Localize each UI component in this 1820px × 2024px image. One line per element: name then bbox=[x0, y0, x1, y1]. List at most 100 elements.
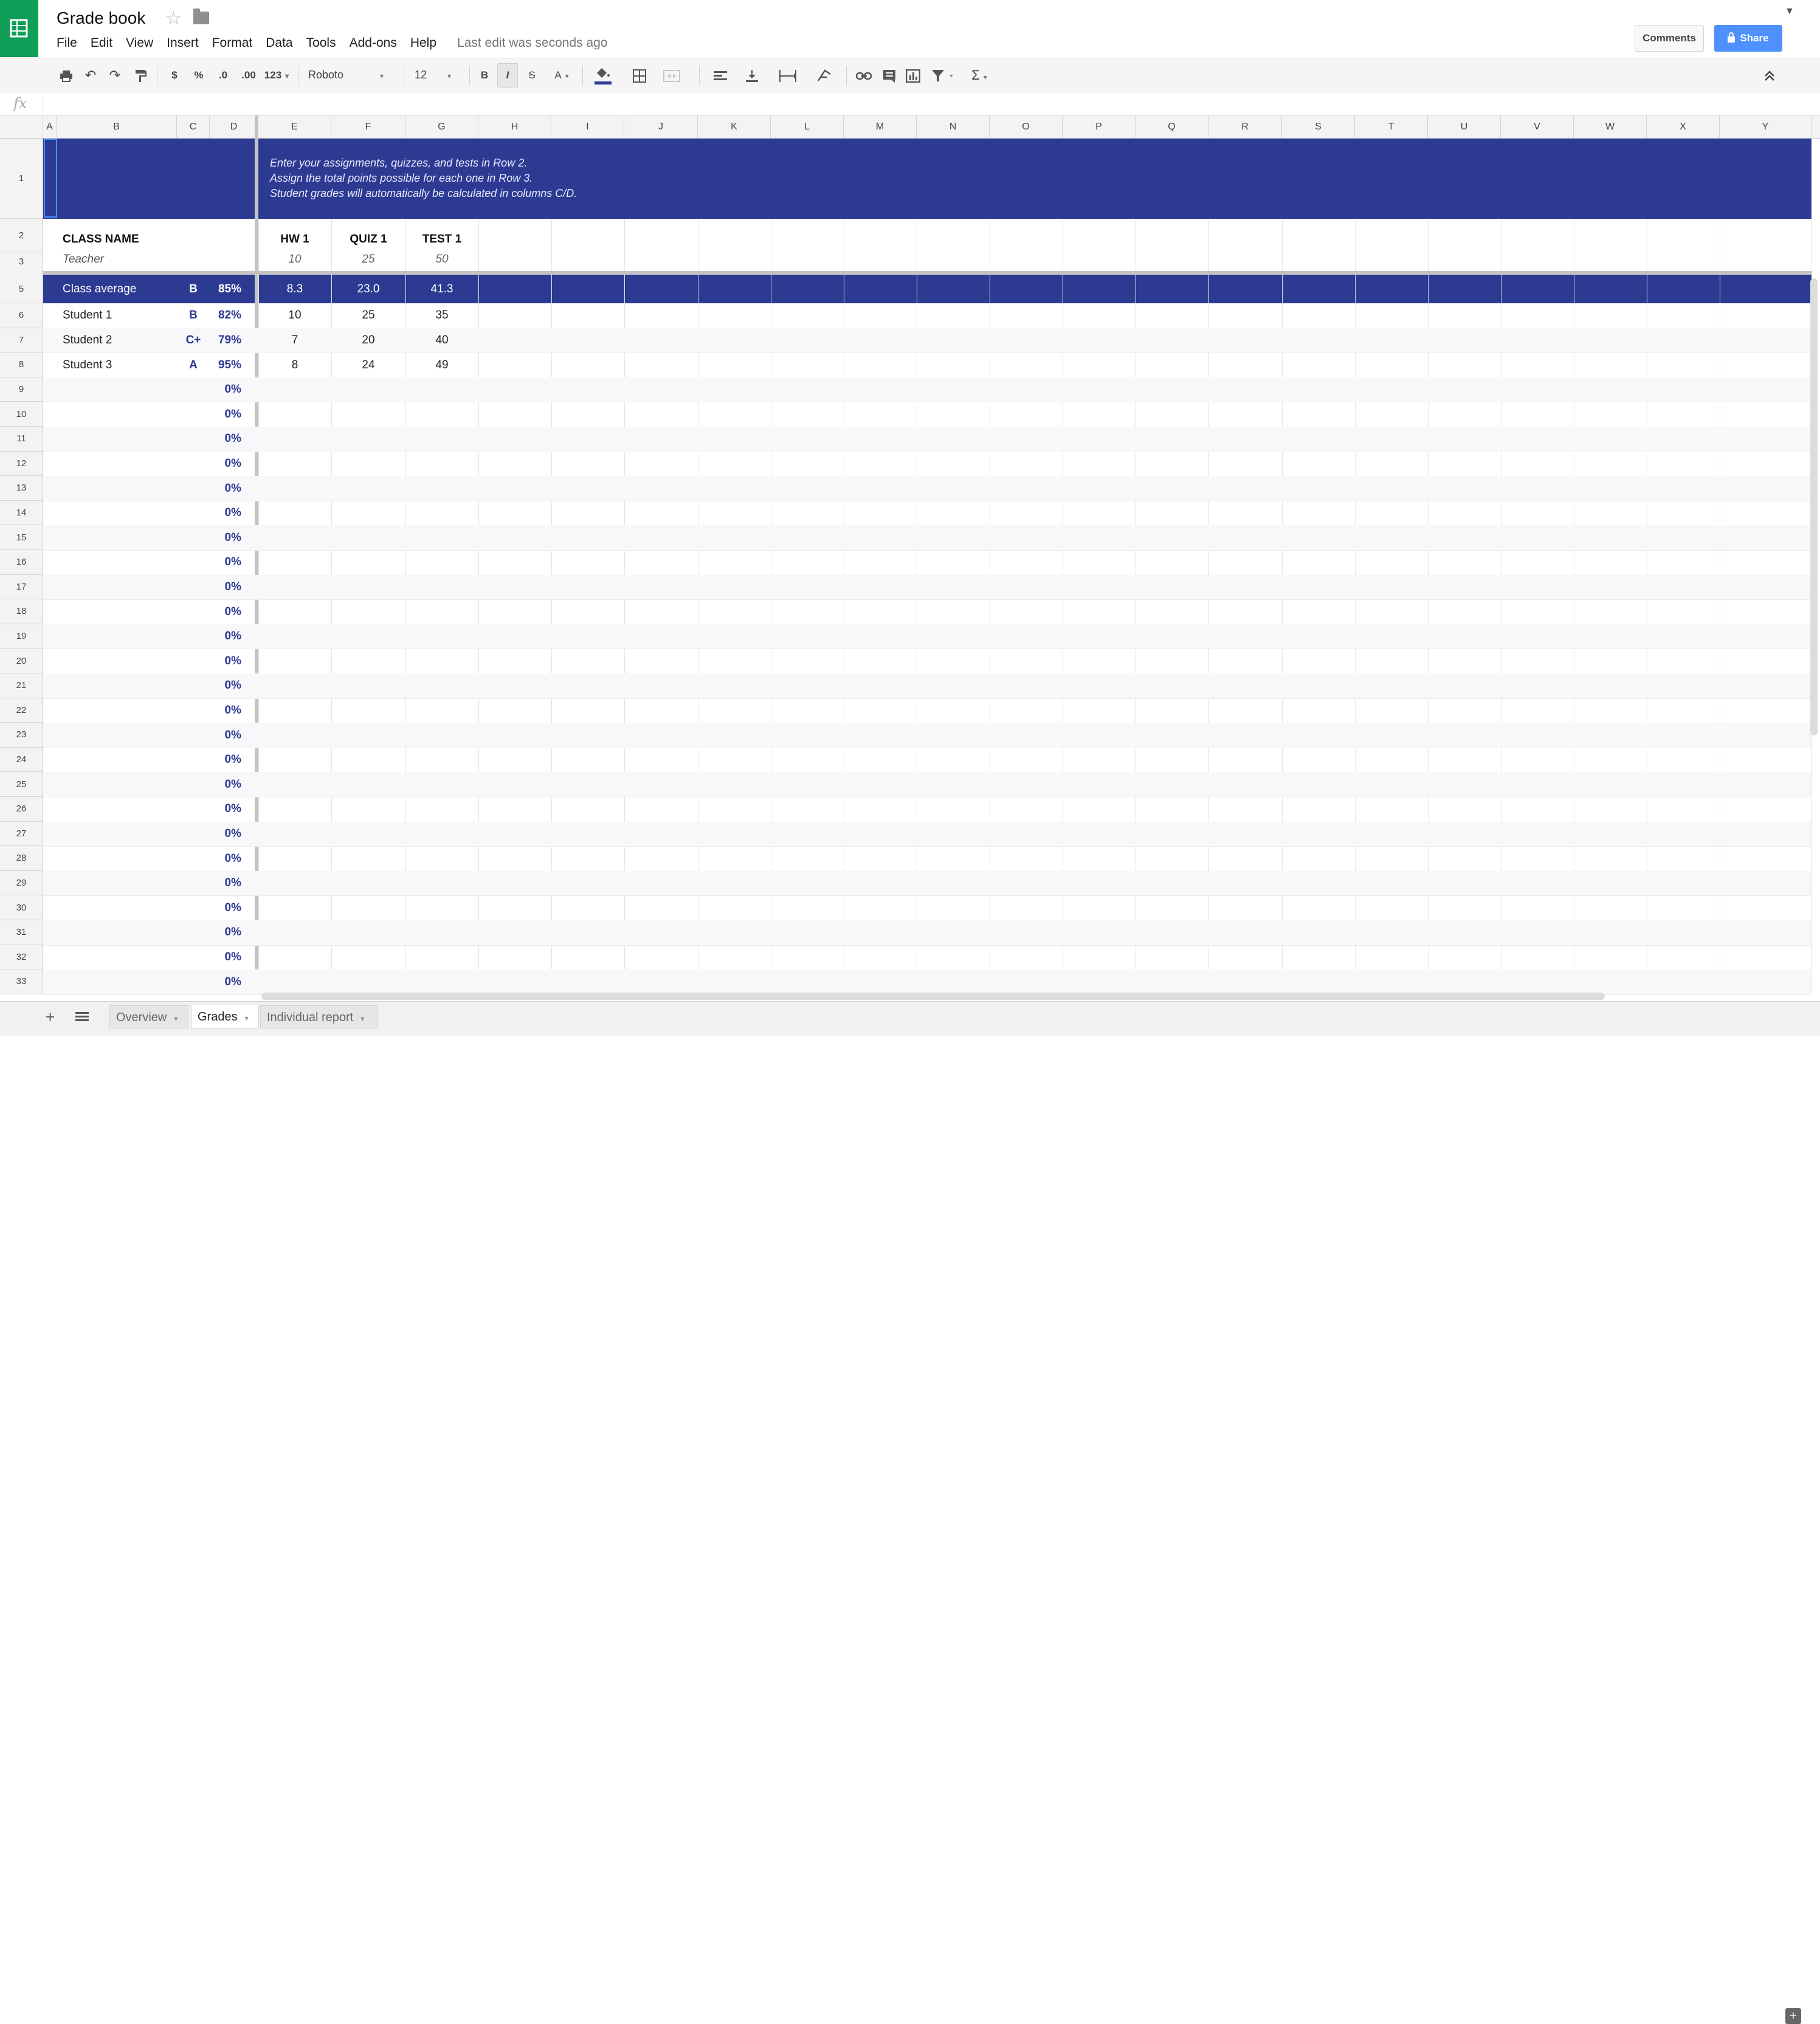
percent-grade-cell[interactable]: 0% bbox=[210, 655, 241, 668]
row-header-33[interactable]: 33 bbox=[0, 969, 43, 994]
percent-grade-cell[interactable]: 0% bbox=[210, 901, 241, 915]
column-header-w[interactable]: W bbox=[1574, 115, 1647, 138]
percent-grade-cell[interactable]: 0% bbox=[210, 778, 241, 791]
column-header-s[interactable]: S bbox=[1282, 115, 1355, 138]
filter-icon[interactable] bbox=[928, 58, 959, 92]
currency-format-button[interactable]: $ bbox=[168, 58, 181, 92]
row-header-21[interactable]: 21 bbox=[0, 673, 43, 698]
row-header-13[interactable]: 13 bbox=[0, 476, 43, 501]
column-header-k[interactable]: K bbox=[698, 115, 771, 138]
row-header-2[interactable]: 2 bbox=[0, 219, 43, 252]
row-header-24[interactable]: 24 bbox=[0, 747, 43, 773]
text-color-button[interactable]: A ▾ bbox=[550, 58, 574, 92]
column-header-d[interactable]: D bbox=[210, 115, 258, 138]
star-icon[interactable]: ☆ bbox=[165, 8, 182, 29]
row-header-30[interactable]: 30 bbox=[0, 895, 43, 920]
row-header-19[interactable]: 19 bbox=[0, 624, 43, 649]
italic-button[interactable]: I bbox=[497, 63, 518, 88]
score-cell[interactable]: 23.0 bbox=[331, 283, 405, 296]
percent-grade-cell[interactable]: 0% bbox=[210, 876, 241, 890]
chevron-down-icon[interactable]: ▾ bbox=[360, 1014, 364, 1023]
row-header-9[interactable]: 9 bbox=[0, 377, 43, 402]
letter-grade-cell[interactable]: A bbox=[177, 359, 210, 372]
score-cell[interactable]: 8.3 bbox=[258, 283, 331, 296]
percent-grade-cell[interactable]: 0% bbox=[210, 753, 241, 766]
horizontal-align-icon[interactable] bbox=[706, 58, 734, 92]
row-header-12[interactable]: 12 bbox=[0, 451, 43, 477]
percent-grade-cell[interactable]: 0% bbox=[210, 408, 241, 421]
percent-grade-cell[interactable]: 0% bbox=[210, 482, 241, 495]
sheets-logo-icon[interactable] bbox=[0, 0, 38, 57]
score-cell[interactable]: 7 bbox=[258, 334, 331, 347]
column-header-c[interactable]: C bbox=[177, 115, 210, 138]
class-average-label[interactable]: Class average bbox=[63, 283, 136, 296]
bold-button[interactable]: B bbox=[478, 58, 491, 92]
vertical-align-icon[interactable] bbox=[738, 58, 766, 92]
score-cell[interactable]: 24 bbox=[331, 359, 405, 372]
column-header-g[interactable]: G bbox=[405, 115, 478, 138]
sheet-tab-individual-report[interactable]: Individual report ▾ bbox=[260, 1005, 377, 1028]
column-header-m[interactable]: M bbox=[844, 115, 917, 138]
freeze-row-handle[interactable] bbox=[43, 271, 1811, 275]
column-header-q[interactable]: Q bbox=[1136, 115, 1208, 138]
percent-grade-cell[interactable]: 82% bbox=[210, 309, 241, 322]
assignment-name-cell[interactable]: TEST 1 bbox=[405, 233, 478, 246]
merge-cells-icon[interactable] bbox=[657, 58, 687, 92]
explore-icon[interactable]: + bbox=[1785, 2008, 1801, 2024]
borders-icon[interactable] bbox=[626, 58, 653, 92]
score-cell[interactable]: 25 bbox=[331, 309, 405, 322]
text-wrapping-icon[interactable] bbox=[771, 58, 805, 92]
percent-grade-cell[interactable]: 0% bbox=[210, 951, 241, 964]
more-formats-button[interactable]: 123 ▾ bbox=[261, 58, 292, 92]
column-header-t[interactable]: T bbox=[1355, 115, 1428, 138]
percent-grade-cell[interactable]: 0% bbox=[210, 605, 241, 619]
menu-edit[interactable]: Edit bbox=[91, 36, 112, 50]
menu-tools[interactable]: Tools bbox=[306, 36, 336, 50]
all-sheets-icon[interactable] bbox=[75, 1011, 89, 1025]
percent-grade-cell[interactable]: 79% bbox=[210, 334, 241, 347]
row-header-27[interactable]: 27 bbox=[0, 821, 43, 847]
row-header-17[interactable]: 17 bbox=[0, 574, 43, 600]
folder-icon[interactable] bbox=[193, 9, 209, 24]
percent-grade-cell[interactable]: 0% bbox=[210, 704, 241, 717]
menu-format[interactable]: Format bbox=[212, 36, 253, 50]
column-header-x[interactable]: X bbox=[1647, 115, 1720, 138]
insert-comment-icon[interactable] bbox=[880, 58, 898, 92]
row-header-26[interactable]: 26 bbox=[0, 797, 43, 822]
student-name-cell[interactable]: Student 2 bbox=[63, 334, 112, 347]
column-header-y[interactable]: Y bbox=[1720, 115, 1811, 138]
column-header-u[interactable]: U bbox=[1428, 115, 1501, 138]
letter-grade-cell[interactable]: B bbox=[177, 309, 210, 322]
row-header-1[interactable]: 1 bbox=[0, 139, 43, 219]
percent-grade-cell[interactable]: 85% bbox=[210, 283, 241, 296]
column-header-l[interactable]: L bbox=[771, 115, 844, 138]
column-header-e[interactable]: E bbox=[258, 115, 331, 138]
row-header-23[interactable]: 23 bbox=[0, 723, 43, 748]
letter-grade-cell[interactable]: C+ bbox=[177, 334, 210, 347]
percent-grade-cell[interactable]: 0% bbox=[210, 556, 241, 569]
menu-file[interactable]: File bbox=[57, 36, 77, 50]
percent-grade-cell[interactable]: 0% bbox=[210, 926, 241, 939]
row-header-29[interactable]: 29 bbox=[0, 870, 43, 896]
class-name-cell[interactable]: CLASS NAME bbox=[63, 233, 139, 246]
column-header-r[interactable]: R bbox=[1208, 115, 1282, 138]
row-header-20[interactable]: 20 bbox=[0, 649, 43, 673]
redo-icon[interactable]: ↷ bbox=[106, 58, 123, 92]
functions-button[interactable]: Σ ▾ bbox=[964, 58, 994, 92]
selected-cell-a1[interactable] bbox=[44, 139, 57, 218]
paint-format-icon[interactable] bbox=[133, 58, 150, 92]
score-cell[interactable]: 41.3 bbox=[405, 283, 478, 296]
chevron-down-icon[interactable]: ▼ bbox=[1785, 6, 1794, 17]
font-size-select[interactable]: 12 ▾ bbox=[415, 58, 460, 92]
comments-button[interactable]: Comments bbox=[1635, 25, 1704, 52]
decrease-decimal-button[interactable]: .0 bbox=[214, 58, 232, 92]
row-header-31[interactable]: 31 bbox=[0, 920, 43, 945]
student-name-cell[interactable]: Student 1 bbox=[63, 309, 112, 322]
percent-grade-cell[interactable]: 0% bbox=[210, 827, 241, 841]
menu-data[interactable]: Data bbox=[266, 36, 292, 50]
sheet-tab-overview[interactable]: Overview ▾ bbox=[109, 1005, 188, 1028]
percent-grade-cell[interactable]: 0% bbox=[210, 531, 241, 545]
row-header-15[interactable]: 15 bbox=[0, 525, 43, 550]
column-header-j[interactable]: J bbox=[624, 115, 698, 138]
column-header-o[interactable]: O bbox=[990, 115, 1063, 138]
